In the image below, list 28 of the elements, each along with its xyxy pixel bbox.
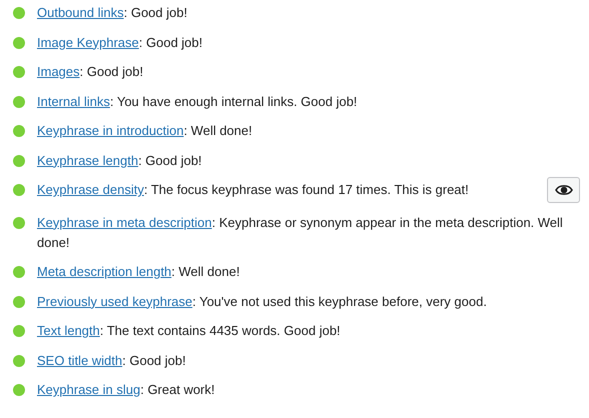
result-link[interactable]: Text length	[37, 323, 100, 338]
result-text: Previously used keyphrase: You've not used this keyphrase before, very good.	[37, 292, 488, 311]
result-text: Keyphrase length: Good job!	[37, 152, 203, 170]
result-link[interactable]: Keyphrase in slug	[37, 382, 140, 397]
result-text: Internal links: You have enough internal links. Good job!	[37, 92, 358, 111]
result-text: Text length: The text contains 4435 words. Good job!	[37, 322, 342, 340]
result-text: Images: Good job!	[37, 63, 144, 81]
result-link[interactable]: Internal links	[37, 94, 110, 108]
result-text: Keyphrase in slug: Great work!	[37, 381, 216, 399]
result-link[interactable]: Outbound links	[37, 5, 124, 20]
result-text: Keyphrase in meta description: Keyphrase or synonym appear in the meta description. Well done!	[37, 214, 564, 252]
result-link[interactable]: Keyphrase density	[37, 182, 144, 197]
result-link[interactable]: Keyphrase in introduction	[37, 123, 184, 138]
result-link[interactable]: Previously used keyphrase	[37, 294, 192, 308]
result-link[interactable]: Images	[37, 64, 80, 79]
result-link[interactable]: Image Keyphrase	[37, 34, 139, 50]
result-text: SEO title width: Good job!	[37, 352, 187, 370]
result-text: Keyphrase density: The focus keyphrase was found 17 times. This is great!	[37, 181, 470, 199]
result-link[interactable]: Keyphrase in meta description	[37, 214, 212, 230]
result-text: Meta description length: Well done!	[37, 263, 241, 281]
result-link[interactable]: SEO title width	[37, 352, 122, 368]
result-text: Keyphrase in introduction: Well done!	[37, 122, 254, 140]
highlight-button[interactable]	[547, 177, 580, 203]
eye-icon	[554, 184, 572, 196]
result-text: Outbound links: Good job!	[37, 4, 188, 22]
result-link[interactable]: Keyphrase length	[37, 152, 138, 168]
result-link[interactable]: Meta description length	[37, 264, 172, 279]
result-text: Image Keyphrase: Good job!	[37, 34, 204, 52]
